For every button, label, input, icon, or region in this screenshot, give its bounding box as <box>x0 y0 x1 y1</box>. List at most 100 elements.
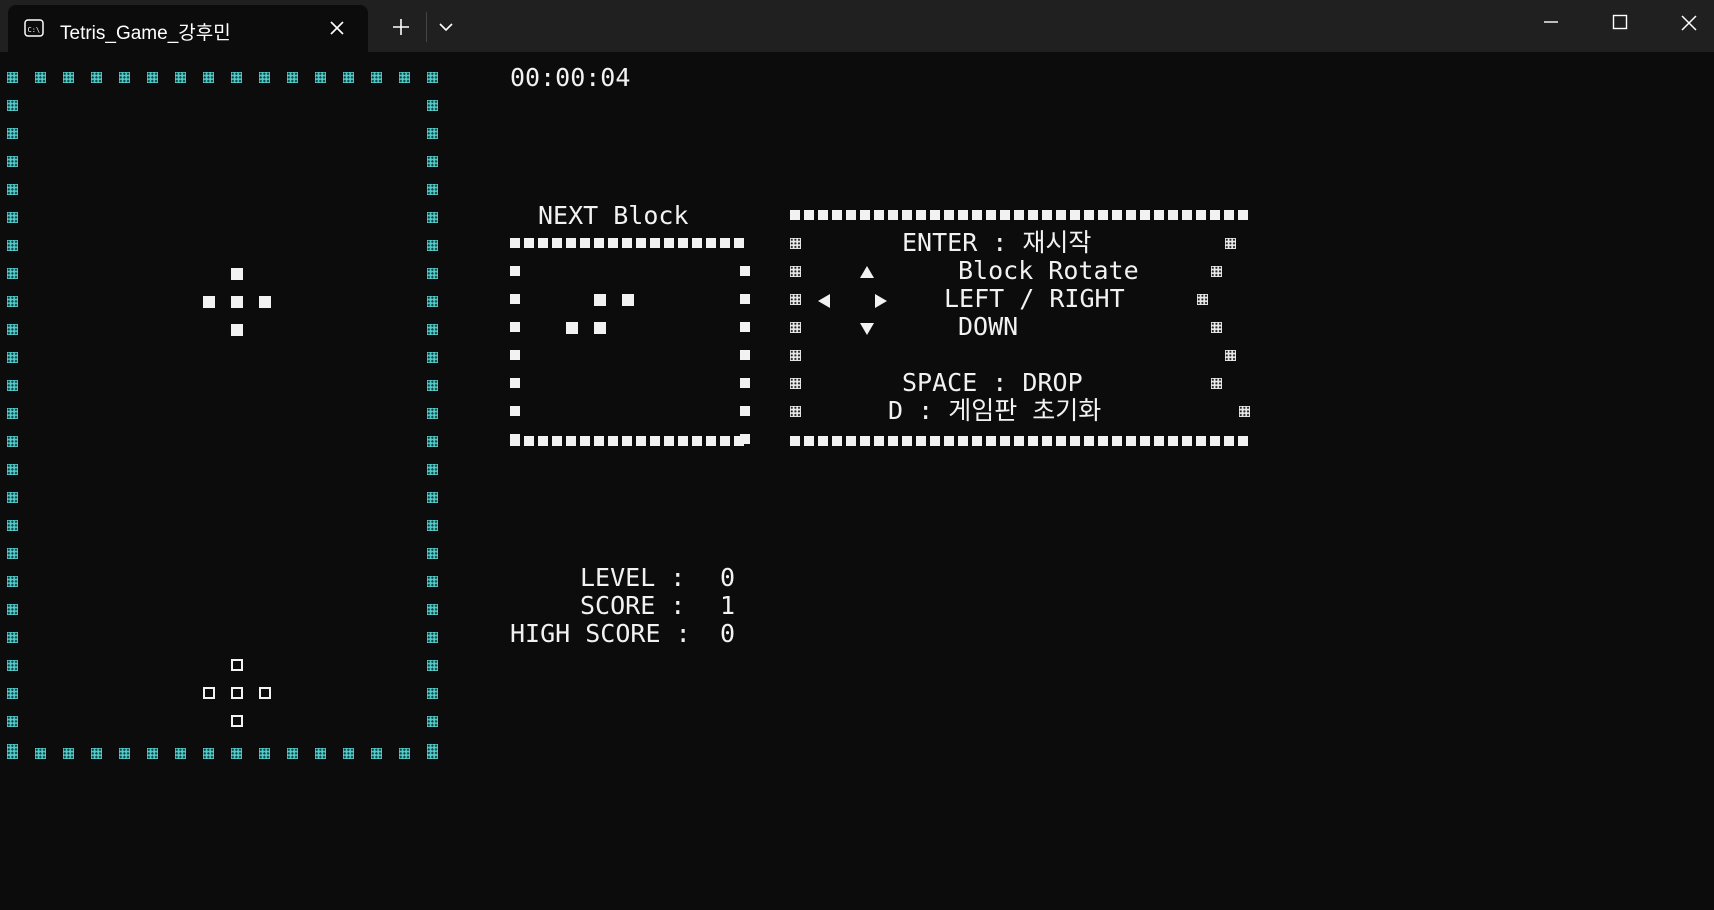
tab-divider <box>426 12 427 42</box>
board-wall-cell <box>7 296 18 307</box>
next-block-title: NEXT Block <box>538 201 689 230</box>
board-wall-cell <box>203 72 214 83</box>
board-wall-cell <box>427 660 438 671</box>
terminal-content[interactable]: 00:00:04 NEXT Block ENTER : 재시작 Block Ro… <box>0 52 1714 910</box>
board-wall-cell <box>427 296 438 307</box>
help-box-border <box>804 210 814 220</box>
help-box-border <box>832 210 842 220</box>
board-wall-cell <box>7 156 18 167</box>
help-box-border <box>790 406 801 417</box>
help-box-border <box>1211 322 1222 333</box>
next-box-border <box>622 238 632 248</box>
next-box-border <box>740 266 750 276</box>
help-box-border <box>1211 378 1222 389</box>
help-box-border <box>846 210 856 220</box>
next-box-border <box>664 238 674 248</box>
tab-title: Tetris_Game_강후민 <box>60 23 231 44</box>
game-timer: 00:00:04 <box>510 63 631 92</box>
help-box-border <box>902 210 912 220</box>
board-wall-cell <box>91 72 102 83</box>
close-icon[interactable] <box>326 17 348 39</box>
next-box-border <box>664 436 674 446</box>
help-box-border <box>1014 210 1024 220</box>
next-box-border <box>552 238 562 248</box>
help-box-border <box>972 436 982 446</box>
board-wall-cell <box>7 212 18 223</box>
help-rotate: Block Rotate <box>958 256 1139 285</box>
active-block-cell <box>231 324 243 336</box>
help-box-border <box>1000 436 1010 446</box>
help-box-border <box>1056 210 1066 220</box>
next-box-border <box>650 436 660 446</box>
help-box-border <box>1224 436 1234 446</box>
help-box-border <box>874 436 884 446</box>
board-wall-cell <box>7 576 18 587</box>
next-box-border <box>720 436 730 446</box>
board-wall-cell <box>7 632 18 643</box>
help-box-border <box>1182 210 1192 220</box>
help-box-border <box>1210 210 1220 220</box>
active-block-cell <box>203 296 215 308</box>
next-box-border <box>740 434 750 444</box>
maximize-icon[interactable] <box>1610 12 1630 32</box>
next-box-border <box>566 436 576 446</box>
board-wall-cell <box>259 748 270 759</box>
minimize-icon[interactable] <box>1541 12 1561 32</box>
help-box-border <box>1238 210 1248 220</box>
help-box-border <box>804 436 814 446</box>
chevron-down-icon[interactable] <box>436 17 456 37</box>
help-box-border <box>1098 436 1108 446</box>
next-box-border <box>678 436 688 446</box>
board-wall-cell <box>63 72 74 83</box>
next-box-border <box>636 238 646 248</box>
board-wall-cell <box>7 408 18 419</box>
help-box-border <box>790 378 801 389</box>
next-block-cell <box>594 294 606 306</box>
help-box-border <box>1098 210 1108 220</box>
board-wall-cell <box>427 632 438 643</box>
help-box-border <box>986 210 996 220</box>
next-box-border <box>538 238 548 248</box>
board-wall-cell <box>231 72 242 83</box>
board-wall-cell <box>7 492 18 503</box>
level-label: LEVEL : <box>580 563 686 592</box>
plus-icon[interactable] <box>390 16 412 38</box>
help-box-border <box>860 210 870 220</box>
help-box-border <box>888 210 898 220</box>
board-wall-cell <box>399 748 410 759</box>
help-box-border <box>1168 436 1178 446</box>
help-box-border <box>1070 210 1080 220</box>
next-box-border <box>510 378 520 388</box>
board-wall-cell <box>7 268 18 279</box>
next-box-border <box>740 406 750 416</box>
board-wall-cell <box>427 72 438 83</box>
board-wall-cell <box>427 128 438 139</box>
next-box-border <box>594 436 604 446</box>
help-box-border <box>930 436 940 446</box>
next-box-border <box>734 238 744 248</box>
board-wall-cell <box>7 352 18 363</box>
next-box-border <box>636 436 646 446</box>
help-box-border <box>1182 436 1192 446</box>
next-box-border <box>510 406 520 416</box>
console-icon: C:\ <box>24 19 44 37</box>
help-box-border <box>916 210 926 220</box>
close-icon[interactable] <box>1678 12 1700 34</box>
help-box-border <box>1126 210 1136 220</box>
next-box-border <box>706 436 716 446</box>
terminal-tab[interactable]: C:\ Tetris_Game_강후민 <box>8 5 368 52</box>
board-wall-cell <box>7 72 18 83</box>
board-wall-cell <box>119 72 130 83</box>
next-box-border <box>510 294 520 304</box>
help-box-border <box>1112 210 1122 220</box>
help-box-border <box>1211 266 1222 277</box>
board-wall-cell <box>287 72 298 83</box>
board-wall-cell <box>7 604 18 615</box>
board-wall-cell <box>427 408 438 419</box>
board-wall-cell <box>7 548 18 559</box>
help-box-border <box>1154 210 1164 220</box>
board-wall-cell <box>147 748 158 759</box>
help-box-border <box>972 210 982 220</box>
board-wall-cell <box>315 748 326 759</box>
help-box-border <box>930 210 940 220</box>
